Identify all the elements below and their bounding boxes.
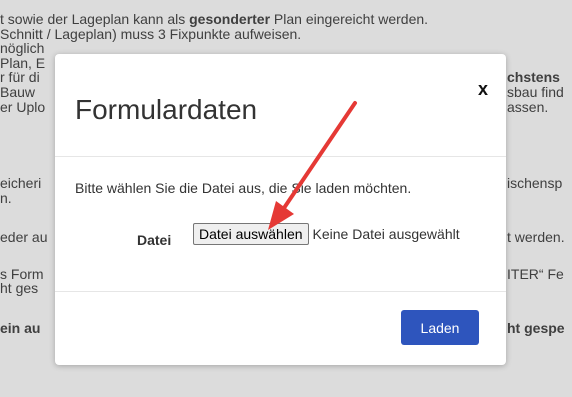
file-status-text: Keine Datei ausgewählt	[312, 226, 460, 242]
instruction-text: Bitte wählen Sie die Datei aus, die Sie …	[75, 180, 412, 196]
dialog-title: Formulardaten	[75, 94, 258, 125]
choose-file-button[interactable]: Datei auswählen	[193, 223, 309, 245]
form-data-dialog: Formulardaten x Bitte wählen Sie die Dat…	[55, 54, 506, 365]
footer-divider	[55, 291, 506, 292]
close-icon[interactable]: x	[478, 80, 488, 98]
file-input[interactable]: Datei auswählen Keine Datei ausgewählt	[193, 223, 463, 245]
load-button[interactable]: Laden	[401, 310, 479, 345]
file-field-label: Datei	[137, 232, 172, 248]
header-divider	[55, 156, 506, 157]
